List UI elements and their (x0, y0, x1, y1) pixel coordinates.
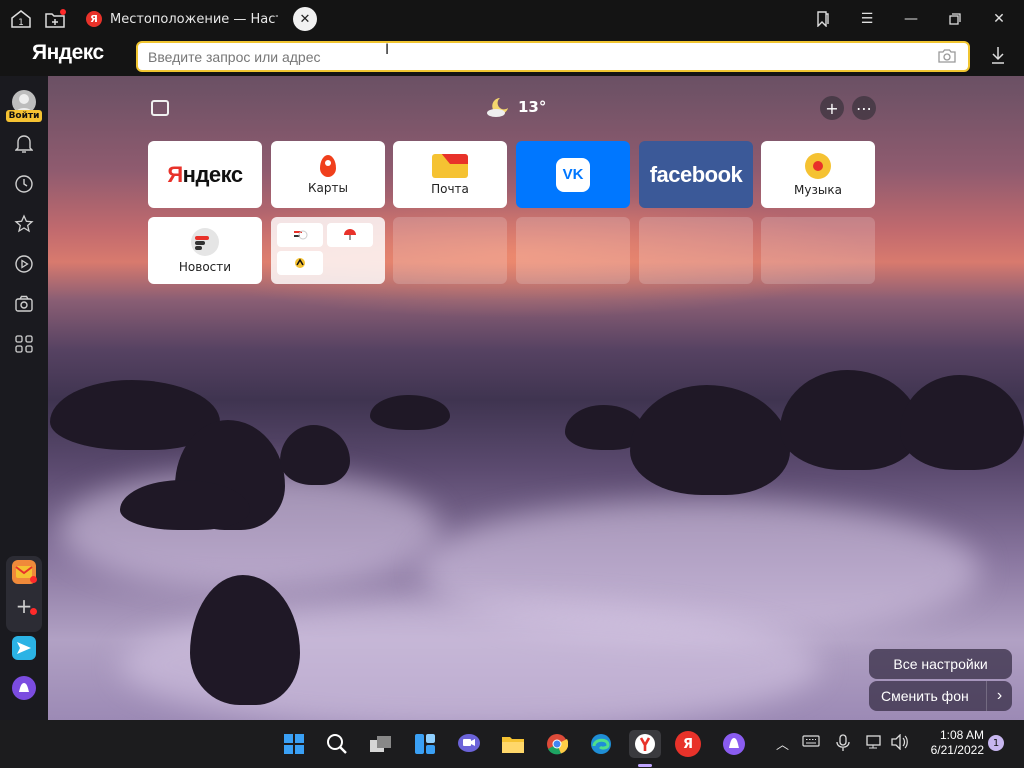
sidebar-toggle-icon[interactable] (151, 100, 169, 116)
title-bar: 1 Я Местоположение — Наст ✕ ☰ — ✕ (0, 0, 1024, 38)
tile-yandex[interactable]: Яндекс (148, 141, 262, 208)
tile-label: Музыка (794, 182, 842, 197)
login-badge[interactable]: Войти (6, 110, 42, 122)
text-cursor-icon: I (385, 42, 390, 58)
yandex-favicon-icon: Я (86, 11, 102, 27)
umbrella-icon (327, 223, 373, 247)
vk-logo-icon: VK (556, 157, 590, 192)
facebook-logo: facebook (649, 161, 743, 187)
temperature: 13° (518, 98, 547, 116)
play-icon[interactable] (12, 252, 36, 276)
tile-news[interactable]: Новости (148, 217, 262, 284)
alice-app-icon[interactable] (12, 676, 36, 700)
volume-icon[interactable] (891, 733, 909, 754)
tile-empty[interactable] (516, 217, 630, 284)
yandex-browser-taskbar-icon[interactable] (629, 730, 661, 758)
all-settings-button[interactable]: Все настройки (869, 649, 1012, 679)
chrome-icon[interactable] (543, 730, 571, 758)
notification-dot-icon (30, 608, 37, 615)
tile-empty[interactable] (639, 217, 753, 284)
svg-text:1: 1 (18, 18, 24, 28)
minimize-icon[interactable]: — (894, 4, 928, 34)
change-background-label: Сменить фон (881, 688, 969, 704)
chevron-right-icon[interactable]: › (986, 681, 1012, 711)
tab-location-settings[interactable]: Я Местоположение — Наст (78, 4, 278, 34)
close-window-icon[interactable]: ✕ (982, 4, 1016, 34)
bell-icon[interactable] (12, 132, 36, 156)
file-explorer-icon[interactable] (499, 730, 527, 758)
tile-facebook[interactable]: facebook (639, 141, 753, 208)
microphone-icon[interactable] (836, 734, 850, 756)
new-tab-group-icon[interactable] (40, 4, 70, 34)
messenger-app-icon[interactable] (12, 636, 36, 660)
address-row: Яндекс (0, 38, 1024, 76)
camera-icon[interactable] (12, 292, 36, 316)
active-indicator (638, 764, 652, 767)
address-bar[interactable] (136, 41, 970, 72)
tab-manager-icon[interactable]: 1 (6, 4, 36, 34)
tile-music[interactable]: Музыка (761, 141, 875, 208)
tile-maps[interactable]: Карты (271, 141, 385, 208)
edge-icon[interactable] (587, 730, 615, 758)
tile-vk[interactable]: VK (516, 141, 630, 208)
envelope-icon (432, 153, 468, 178)
tile-folder[interactable] (271, 217, 385, 284)
bookmarks-icon[interactable] (806, 4, 840, 34)
time: 1:08 AM (939, 728, 984, 742)
widgets-icon[interactable] (411, 730, 439, 758)
restore-icon[interactable] (938, 4, 972, 34)
market-icon (277, 251, 323, 275)
tile-label: Новости (178, 259, 232, 274)
tab-title: Местоположение — Наст (110, 11, 278, 27)
yandex-app-icon[interactable]: Я (675, 731, 701, 757)
chevron-up-icon[interactable]: ︿ (776, 734, 789, 753)
notification-badge[interactable]: 1 (988, 735, 1004, 751)
star-icon[interactable] (12, 212, 36, 236)
apps-icon[interactable] (12, 332, 36, 356)
tile-label: Почта (431, 181, 469, 196)
alice-taskbar-icon[interactable] (720, 730, 748, 758)
yandex-logo[interactable]: Яндекс (32, 41, 104, 65)
chat-icon[interactable] (455, 730, 483, 758)
taskbar: Я ︿ 1:08 AM 6/21/2022 1 (0, 720, 1024, 768)
download-icon[interactable] (990, 46, 1006, 68)
close-tab-icon[interactable]: ✕ (293, 7, 317, 31)
more-options-button[interactable]: ⋯ (852, 96, 876, 120)
tile-empty[interactable] (393, 217, 507, 284)
sidebar: Войти + (0, 76, 48, 720)
yandex-tile-logo: Яндекс (167, 161, 243, 187)
date: 6/21/2022 (930, 743, 984, 757)
news-icon (191, 227, 219, 256)
tile-empty[interactable] (761, 217, 875, 284)
menu-icon[interactable]: ☰ (850, 4, 884, 34)
search-input[interactable] (148, 48, 958, 65)
music-icon (805, 152, 831, 179)
camera-search-icon[interactable] (938, 49, 956, 67)
map-pin-icon (320, 154, 336, 177)
news-mini-icon (277, 223, 323, 247)
history-icon[interactable] (12, 172, 36, 196)
clock[interactable]: 1:08 AM 6/21/2022 (916, 728, 984, 758)
tile-mail[interactable]: Почта (393, 141, 507, 208)
network-icon[interactable] (866, 734, 884, 754)
moon-cloud-icon (487, 98, 508, 117)
search-icon[interactable] (323, 730, 351, 758)
start-icon[interactable] (280, 730, 308, 758)
tile-label: Карты (308, 180, 348, 195)
weather-widget[interactable]: 13° (486, 96, 546, 118)
task-view-icon[interactable] (367, 730, 395, 758)
keyboard-icon[interactable] (802, 734, 820, 752)
notification-dot-icon (30, 576, 37, 583)
add-tile-button[interactable]: + (820, 96, 844, 120)
change-background-button[interactable]: Сменить фон › (869, 681, 1012, 711)
browser-window: 1 Я Местоположение — Наст ✕ ☰ — ✕ Яндекс (0, 0, 1024, 768)
